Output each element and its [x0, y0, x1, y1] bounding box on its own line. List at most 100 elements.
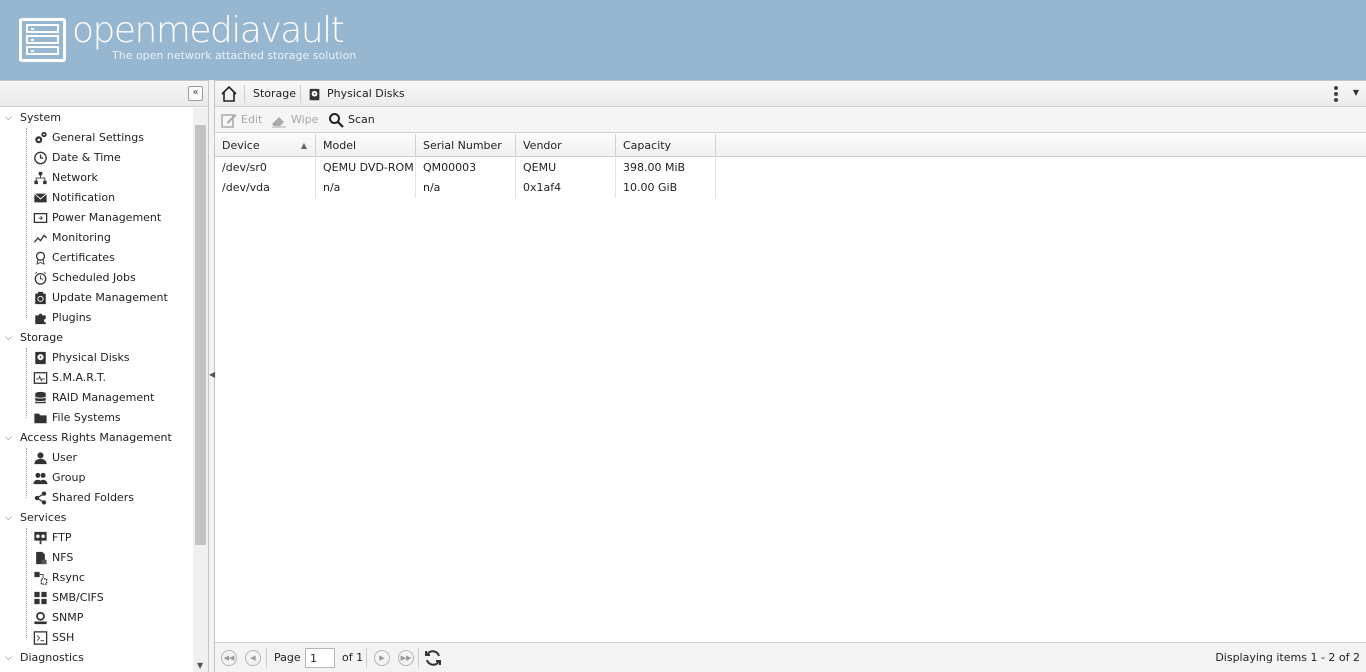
column-label: Serial Number	[423, 139, 502, 152]
sidebar-item-smb-cifs[interactable]: SMB/CIFS	[0, 588, 193, 608]
share-icon	[34, 491, 47, 505]
sidebar-item-smart[interactable]: S.M.A.R.T.	[0, 368, 193, 388]
sidebar-item-label: Notification	[52, 191, 116, 204]
sidebar-item-label: NFS	[52, 551, 74, 564]
sidebar-item-label: SNMP	[52, 611, 84, 624]
sidebar-item-notification[interactable]: Notification	[0, 188, 193, 208]
main-panel: Storage Physical Disks ▼ Edit Wipe Scan …	[215, 80, 1366, 672]
table-row[interactable]: /dev/vda n/a n/a 0x1af4 10.00 GiB	[215, 178, 1366, 198]
grid-body: /dev/sr0 QEMU DVD-ROM QM00003 QEMU 398.0…	[215, 158, 1366, 198]
column-label: Vendor	[523, 139, 562, 152]
page-number-input[interactable]	[305, 648, 335, 668]
collapse-sidebar-button[interactable]: «	[188, 86, 203, 101]
cell-vendor: QEMU	[516, 158, 616, 178]
breadcrumb-storage[interactable]: Storage	[253, 87, 296, 100]
edit-button[interactable]: Edit	[219, 110, 262, 130]
first-page-icon[interactable]: ◀◀	[221, 650, 237, 666]
sidebar-item-label: Group	[52, 471, 86, 484]
sidebar-item-label: User	[52, 451, 78, 464]
prev-page-icon[interactable]: ◀	[245, 650, 261, 666]
brand-name: openmediavault	[72, 10, 345, 51]
column-header-device[interactable]: Device ▲	[215, 134, 316, 157]
column-header-model[interactable]: Model	[316, 134, 416, 157]
cell-serial-number: QM00003	[416, 158, 516, 178]
chevron-down-icon[interactable]: ▼	[1353, 88, 1359, 97]
column-header-serial-number[interactable]: Serial Number	[416, 134, 516, 157]
search-icon	[329, 113, 344, 128]
user-icon	[34, 452, 47, 465]
tree-group-storage[interactable]: ⌵ Storage	[0, 328, 193, 348]
column-label: Capacity	[623, 139, 672, 152]
last-page-icon[interactable]: ▶▶	[398, 650, 414, 666]
sidebar-item-label: Monitoring	[52, 231, 111, 244]
sidebar-item-power-management[interactable]: Power Management	[0, 208, 193, 228]
disk-icon	[35, 351, 46, 365]
windows-icon	[34, 591, 47, 605]
refresh-icon[interactable]	[424, 649, 442, 667]
sidebar-scrollbar[interactable]: ▼	[193, 108, 208, 672]
cell-device: /dev/vda	[215, 178, 316, 198]
sidebar-item-shared-folders[interactable]: Shared Folders	[0, 488, 193, 508]
edit-icon	[221, 114, 237, 128]
page-label: Page	[274, 651, 301, 664]
tree-group-services[interactable]: ⌵ Services	[0, 508, 193, 528]
sidebar-item-physical-disks[interactable]: Physical Disks	[0, 348, 193, 368]
scrollbar-thumb[interactable]	[195, 125, 206, 545]
more-options-icon[interactable]	[1334, 86, 1338, 102]
sidebar-item-general-settings[interactable]: General Settings	[0, 128, 193, 148]
sidebar-item-network[interactable]: Network	[0, 168, 193, 188]
update-icon	[35, 291, 46, 305]
toolbar: Edit Wipe Scan	[215, 107, 1366, 133]
column-header-vendor[interactable]: Vendor	[516, 134, 616, 157]
sidebar-item-label: File Systems	[52, 411, 121, 424]
sidebar-item-snmp[interactable]: SNMP	[0, 608, 193, 628]
power-icon	[33, 212, 48, 224]
sidebar-item-file-systems[interactable]: File Systems	[0, 408, 193, 428]
eraser-icon	[272, 117, 286, 128]
sidebar-item-label: General Settings	[52, 131, 144, 144]
scan-button[interactable]: Scan	[326, 110, 375, 130]
sidebar-item-label: Date & Time	[52, 151, 121, 164]
sidebar-item-date-time[interactable]: Date & Time	[0, 148, 193, 168]
sidebar-item-ssh[interactable]: SSH	[0, 628, 193, 648]
puzzle-icon	[35, 313, 46, 325]
sidebar-item-update-management[interactable]: Update Management	[0, 288, 193, 308]
folder-icon	[34, 413, 47, 424]
sidebar-item-label: Update Management	[52, 291, 168, 304]
home-icon[interactable]	[220, 85, 238, 103]
sidebar-item-label: RAID Management	[52, 391, 155, 404]
next-page-icon[interactable]: ▶	[374, 650, 390, 666]
table-row[interactable]: /dev/sr0 QEMU DVD-ROM QM00003 QEMU 398.0…	[215, 158, 1366, 178]
sidebar-item-label: SMB/CIFS	[52, 591, 104, 604]
sidebar-item-monitoring[interactable]: Monitoring	[0, 228, 193, 248]
sidebar-item-raid-management[interactable]: RAID Management	[0, 388, 193, 408]
cell-vendor: 0x1af4	[516, 178, 616, 198]
tree-group-access-rights[interactable]: ⌵ Access Rights Management	[0, 428, 193, 448]
caret-down-icon: ⌵	[5, 113, 12, 123]
sidebar-item-group[interactable]: Group	[0, 468, 193, 488]
column-header-capacity[interactable]: Capacity	[616, 134, 716, 157]
page-count-label: of 1	[342, 651, 364, 664]
sidebar-item-certificates[interactable]: Certificates	[0, 248, 193, 268]
sidebar-item-label: Shared Folders	[52, 491, 134, 504]
sidebar-item-nfs[interactable]: NFS	[0, 548, 193, 568]
sidebar-item-ftp[interactable]: FTP	[0, 528, 193, 548]
sidebar-item-rsync[interactable]: Rsync	[0, 568, 193, 588]
sidebar-item-scheduled-jobs[interactable]: Scheduled Jobs	[0, 268, 193, 288]
group-label: Services	[20, 511, 67, 524]
smart-icon	[33, 372, 48, 384]
breadcrumb-physical-disks[interactable]: Physical Disks	[327, 87, 405, 100]
navigation-sidebar: « ⌵ System General Settings Date & Time N…	[0, 80, 209, 672]
sidebar-item-plugins[interactable]: Plugins	[0, 308, 193, 328]
caret-down-icon: ⌵	[5, 433, 12, 443]
column-label: Device	[222, 139, 260, 152]
wipe-button[interactable]: Wipe	[269, 110, 318, 130]
disk-icon	[309, 88, 320, 101]
tree-group-system[interactable]: ⌵ System	[0, 108, 193, 128]
sidebar-item-label: Rsync	[52, 571, 85, 584]
tree-group-diagnostics[interactable]: ⌵ Diagnostics	[0, 648, 193, 668]
logo-icon	[19, 18, 66, 62]
sidebar-item-user[interactable]: User	[0, 448, 193, 468]
cell-device: /dev/sr0	[215, 158, 316, 178]
scroll-down-icon[interactable]: ▼	[197, 661, 203, 670]
